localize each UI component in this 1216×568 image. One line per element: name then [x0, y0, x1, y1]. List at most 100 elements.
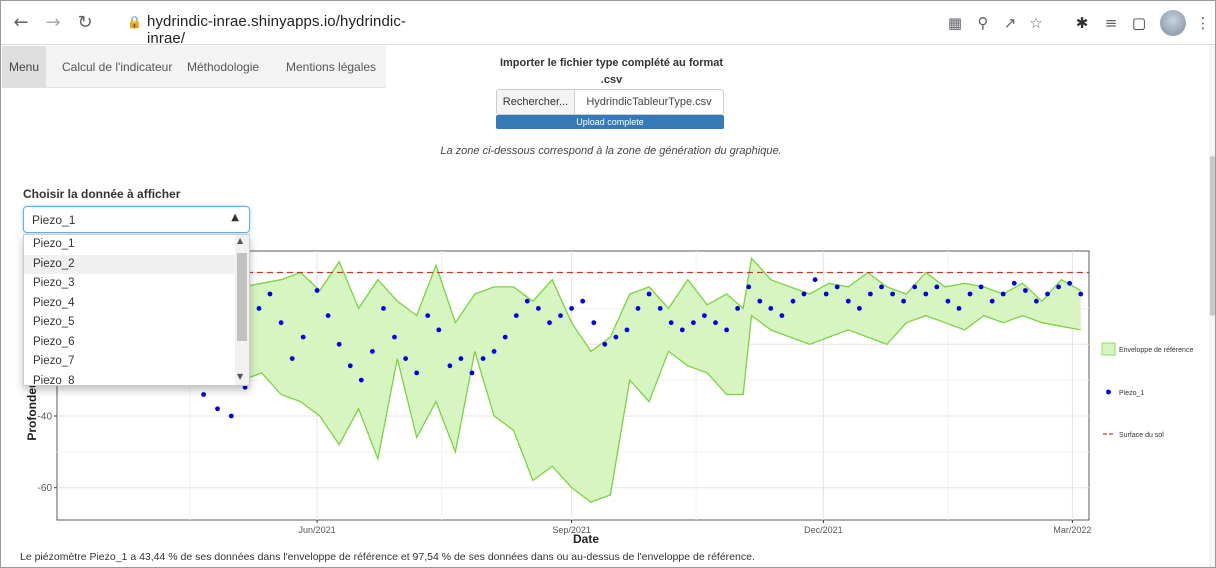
legend-label: Piezo_1	[1119, 390, 1144, 397]
y-tick-label: -60	[38, 483, 53, 494]
data-point	[768, 306, 774, 311]
back-arrow-icon[interactable]: ←	[9, 11, 33, 35]
data-point	[300, 334, 306, 340]
data-point	[591, 320, 597, 326]
data-point	[215, 406, 220, 412]
x-tick-label: Jun/2021	[299, 525, 336, 535]
reload-icon[interactable]: ↻	[73, 11, 97, 35]
address-bar[interactable]: 🔒 hydrindic-inrae.shinyapps.io/hydrindic…	[109, 8, 429, 47]
nav-menu[interactable]: Menu	[2, 46, 46, 88]
data-point	[646, 291, 652, 297]
data-point	[1000, 291, 1006, 297]
select-dropdown[interactable]: Piezo_1 Piezo_2 Piezo_3 Piezo_4 Piezo_5 Piezo…	[23, 234, 250, 386]
select-option[interactable]: Piezo_7	[24, 352, 235, 372]
page-scroll-thumb[interactable]	[1210, 156, 1215, 316]
data-point	[580, 298, 586, 304]
data-point	[228, 413, 234, 419]
extension-icon[interactable]: ✱	[1072, 13, 1092, 33]
data-point	[702, 313, 707, 318]
translate-icon[interactable]: ▦	[945, 13, 965, 33]
app-navbar: Menu Calcul de l'indicateur Méthodologie…	[2, 46, 386, 88]
side-panel-icon[interactable]: ▢	[1129, 13, 1149, 33]
data-point	[458, 356, 464, 361]
data-point	[668, 320, 674, 326]
data-point	[569, 306, 574, 311]
select-option[interactable]: Piezo_5	[24, 313, 235, 333]
data-point	[879, 284, 884, 290]
data-point	[1023, 288, 1028, 293]
legend-key-points	[1106, 389, 1111, 395]
lock-icon[interactable]: 🔒	[127, 15, 142, 29]
y-tick-label: -40	[38, 411, 53, 422]
x-tick-label: Mar/2022	[1053, 525, 1091, 535]
file-input-group[interactable]: Rechercher... HydrindicTableurType.csv	[496, 89, 724, 115]
data-point	[812, 277, 818, 283]
data-point	[901, 298, 906, 304]
data-point	[536, 306, 541, 311]
data-point	[201, 392, 207, 397]
page-scrollbar[interactable]	[1209, 46, 1215, 567]
data-point	[746, 284, 752, 290]
data-point	[480, 356, 486, 361]
data-point	[256, 306, 262, 311]
data-point	[890, 291, 895, 297]
legend-label: Enveloppe de référence	[1119, 347, 1193, 354]
data-point	[779, 313, 785, 318]
star-icon[interactable]: ☆	[1026, 13, 1046, 33]
data-point	[289, 356, 295, 361]
data-point	[1078, 291, 1084, 297]
reading-list-icon[interactable]: ≡	[1101, 13, 1121, 33]
data-point	[978, 284, 984, 290]
zone-note: La zone ci-dessous correspond à la zone …	[440, 145, 782, 157]
nav-methodologie[interactable]: Méthodologie	[187, 46, 259, 88]
data-point	[425, 313, 431, 318]
browser-window: ← → ↻ 🔒 hydrindic-inrae.shinyapps.io/hyd…	[0, 0, 1216, 568]
share-icon[interactable]: ↗	[1000, 13, 1020, 33]
x-tick-label: Dec/2021	[804, 525, 843, 535]
dropdown-scrollbar[interactable]: ▲ ▼	[235, 235, 249, 385]
select-option[interactable]: Piezo_6	[24, 333, 235, 353]
data-point	[547, 320, 552, 326]
data-point	[502, 334, 508, 340]
select-option[interactable]: Piezo_2	[24, 254, 235, 274]
data-point	[491, 349, 497, 354]
url-text[interactable]: hydrindic-inrae.shinyapps.io/hydrindic-i…	[147, 13, 429, 47]
nav-calcul[interactable]: Calcul de l'indicateur	[62, 46, 172, 88]
data-point	[967, 291, 973, 297]
select-option[interactable]: Piezo_8	[24, 372, 235, 386]
data-point	[989, 298, 995, 304]
forward-arrow-icon[interactable]: →	[41, 11, 65, 35]
scroll-up-icon[interactable]: ▲	[237, 236, 243, 245]
dropdown-scroll-thumb[interactable]	[237, 253, 247, 341]
data-point	[414, 370, 420, 376]
select-option[interactable]: Piezo_3	[24, 274, 235, 294]
data-point	[1034, 298, 1039, 304]
data-point	[513, 313, 519, 318]
data-point	[469, 370, 475, 376]
data-point	[558, 313, 563, 318]
data-point	[757, 298, 763, 304]
nav-mentions-legales[interactable]: Mentions légales	[286, 46, 376, 88]
select-option[interactable]: Piezo_4	[24, 294, 235, 314]
data-point	[801, 291, 807, 297]
browse-button[interactable]: Rechercher...	[497, 90, 575, 114]
profile-avatar[interactable]	[1160, 10, 1186, 36]
zoom-icon[interactable]: ⚲	[973, 13, 993, 33]
data-point	[657, 306, 663, 311]
data-point	[613, 334, 619, 340]
data-point	[1056, 284, 1061, 290]
upload-title: Importer le fichier type complété au for…	[499, 57, 724, 86]
select-option[interactable]: Piezo_1	[24, 235, 235, 255]
caret-up-icon: ▲	[231, 212, 239, 223]
upload-progress-bar: Upload complete	[496, 115, 724, 129]
data-point	[602, 341, 608, 347]
data-point	[358, 377, 364, 383]
file-name-field[interactable]: HydrindicTableurType.csv	[575, 90, 723, 114]
data-point	[347, 363, 353, 369]
data-point	[635, 306, 641, 311]
data-select[interactable]: Piezo_1 ▲	[23, 206, 250, 233]
data-point	[403, 356, 408, 361]
data-point	[267, 291, 273, 297]
scroll-down-icon[interactable]: ▼	[237, 372, 243, 381]
more-menu-icon[interactable]: ⋮	[1193, 13, 1213, 33]
